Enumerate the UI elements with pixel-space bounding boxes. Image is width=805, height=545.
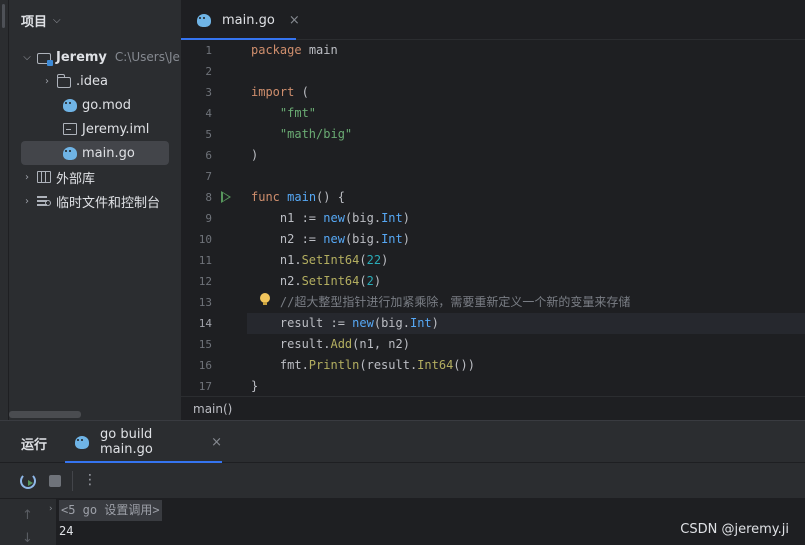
run-title: 运行 xyxy=(21,438,48,453)
horizontal-scrollbar[interactable] xyxy=(9,411,81,418)
tool-window-strip xyxy=(0,0,9,420)
breadcrumb[interactable]: main() xyxy=(181,396,805,420)
run-toolbar: ⋮ xyxy=(0,463,805,499)
toolbar-divider xyxy=(72,471,73,491)
code-line: ) xyxy=(251,148,259,162)
code-line: n1 := new(big.Int) xyxy=(251,211,410,225)
run-gutter-icon[interactable] xyxy=(221,191,231,203)
code-line: result := new(big.Int) xyxy=(251,316,439,330)
code-line: "math/big" xyxy=(279,127,353,141)
tree-item-main-go[interactable]: main.go xyxy=(21,141,169,165)
code-editor[interactable]: package main import ( "fmt" "math/big" )… xyxy=(251,40,805,396)
chevron-right-icon[interactable]: › xyxy=(41,75,53,87)
library-icon xyxy=(37,171,51,183)
tree-item-label: 临时文件和控制台 xyxy=(56,195,161,211)
line-number: 2 xyxy=(205,65,212,78)
line-number: 14 xyxy=(198,317,212,330)
line-number: 7 xyxy=(205,170,212,183)
project-tree: ⌵ Jeremy C:\Users\Jeremy › .idea go.mod … xyxy=(9,45,181,213)
chevron-right-icon[interactable]: › xyxy=(49,504,53,514)
run-config-tab[interactable]: go build main.go × xyxy=(65,421,222,463)
tree-item-jeremy[interactable]: ⌵ Jeremy C:\Users\Jeremy xyxy=(9,45,181,69)
line-number: 3 xyxy=(205,86,212,99)
line-number: 6 xyxy=(205,149,212,162)
line-number: 17 xyxy=(198,380,212,393)
arrow-down-icon[interactable]: ↓ xyxy=(22,531,33,545)
code-line: func main() { xyxy=(251,190,345,204)
editor-tab-bar: main.go × xyxy=(181,0,805,40)
more-options-icon[interactable]: ⋮ xyxy=(83,472,97,488)
code-line: } xyxy=(251,379,259,393)
stop-icon[interactable] xyxy=(49,475,61,487)
tree-item-path-hint: C:\Users\Jeremy xyxy=(114,50,181,64)
scratch-icon xyxy=(37,195,51,207)
tree-item-label: main.go xyxy=(82,145,135,161)
code-line: //超大整型指针进行加紧乘除，需要重新定义一个新的变量来存储 xyxy=(251,295,631,309)
line-number: 1 xyxy=(205,44,212,57)
tree-item-idea[interactable]: › .idea xyxy=(9,69,181,93)
line-number: 9 xyxy=(205,212,212,225)
close-icon[interactable]: × xyxy=(211,435,222,450)
tree-item-label: .idea xyxy=(76,73,108,89)
chevron-right-icon[interactable]: › xyxy=(21,195,33,207)
line-number: 13 xyxy=(198,296,212,309)
line-number: 5 xyxy=(205,128,212,141)
tree-item-external-libraries[interactable]: › 外部库 xyxy=(9,165,181,189)
code-line: result.Add(n1, n2) xyxy=(251,337,410,351)
tab-main-go[interactable]: main.go × xyxy=(181,0,300,40)
line-number: 16 xyxy=(198,359,212,372)
tree-item-label: go.mod xyxy=(82,97,131,113)
go-file-icon xyxy=(63,98,77,112)
run-tab-label: go build main.go xyxy=(100,427,153,457)
tab-label: main.go xyxy=(222,12,275,28)
folder-icon xyxy=(57,73,71,88)
project-panel-title: 项目 xyxy=(21,14,48,30)
tree-item-label: Jeremy xyxy=(56,49,107,65)
line-number: 12 xyxy=(198,275,212,288)
project-panel-header[interactable]: 项目 ⌵ xyxy=(21,10,61,30)
project-panel: 项目 ⌵ ⌵ Jeremy C:\Users\Jeremy › .idea go… xyxy=(9,0,181,420)
go-file-icon xyxy=(75,435,89,449)
tree-item-label: 外部库 xyxy=(56,171,96,187)
tree-item-go-mod[interactable]: go.mod xyxy=(9,93,181,117)
line-number: 10 xyxy=(198,233,212,246)
watermark: CSDN @jeremy.ji xyxy=(680,522,789,537)
code-line: n1.SetInt64(22) xyxy=(251,253,389,267)
code-line: n2.SetInt64(2) xyxy=(251,274,382,288)
line-number: 11 xyxy=(198,254,212,267)
code-line: fmt.Println(result.Int64()) xyxy=(251,358,475,372)
code-line: package main xyxy=(251,43,338,57)
project-tool-button[interactable] xyxy=(2,4,5,28)
go-file-icon xyxy=(63,146,77,160)
run-header: 运行 go build main.go × xyxy=(0,421,805,463)
go-file-icon xyxy=(197,13,211,27)
tree-item-jeremy-iml[interactable]: Jeremy.iml xyxy=(9,117,181,141)
arrow-up-icon[interactable]: ↑ xyxy=(22,508,33,523)
code-line: n2 := new(big.Int) xyxy=(251,232,410,246)
line-number: 15 xyxy=(198,338,212,351)
line-number: 4 xyxy=(205,107,212,120)
line-number: 8 xyxy=(205,191,212,204)
editor-gutter: 1 2 3 4 5 6 7 8 9 10 11 12 13 14 15 16 17 xyxy=(181,40,270,396)
rerun-icon[interactable] xyxy=(20,473,36,489)
iml-file-icon xyxy=(63,123,77,135)
chevron-down-icon[interactable]: ⌵ xyxy=(21,51,33,63)
tree-item-label: Jeremy.iml xyxy=(82,121,150,137)
chevron-right-icon[interactable]: › xyxy=(21,171,33,183)
tree-item-scratches[interactable]: › 临时文件和控制台 xyxy=(9,189,181,213)
code-line: "fmt" xyxy=(279,106,317,120)
code-line: import ( xyxy=(251,85,309,99)
console-gutter: ↑ ↓ › xyxy=(0,499,56,545)
folded-output-line[interactable]: <5 go 设置调用> xyxy=(59,500,162,521)
chevron-down-icon[interactable]: ⌵ xyxy=(53,15,61,26)
module-folder-icon xyxy=(37,52,53,66)
program-output: 24 xyxy=(59,524,74,538)
close-icon[interactable]: × xyxy=(289,13,300,28)
